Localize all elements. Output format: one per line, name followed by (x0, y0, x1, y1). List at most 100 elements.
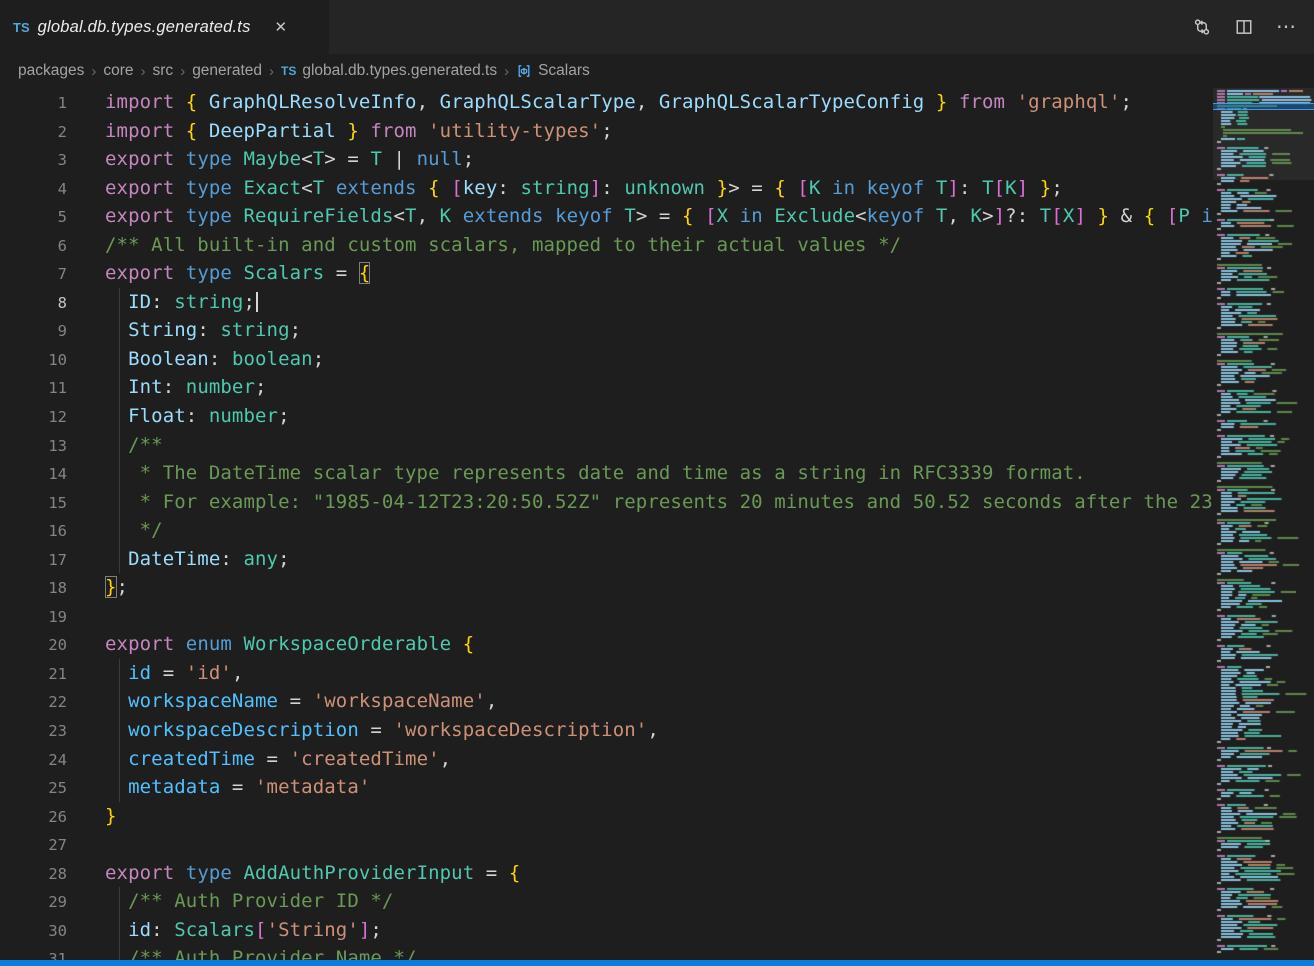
code-line[interactable]: 9 String: string; (0, 316, 1213, 345)
code-line[interactable]: 7export type Scalars = { (0, 259, 1213, 288)
line-number[interactable]: 18 (0, 574, 67, 603)
code-line[interactable]: 10 Boolean: boolean; (0, 345, 1213, 374)
code-line[interactable]: 21 id = 'id', (0, 659, 1213, 688)
code-line[interactable]: 6/** All built-in and custom scalars, ma… (0, 231, 1213, 260)
line-number[interactable]: 10 (0, 346, 67, 375)
symbol-type-icon (516, 63, 532, 79)
code-editor[interactable]: 1 import { GraphQLResolveInfo, GraphQLSca… (0, 88, 1314, 960)
line-number[interactable]: 13 (0, 432, 67, 461)
line-number[interactable]: 31 (0, 945, 67, 960)
code-text: export type RequireFields<T, K extends k… (105, 202, 1213, 231)
code-line[interactable]: 8 ID: string; (0, 288, 1213, 317)
line-number[interactable]: 28 (0, 860, 67, 889)
code-line[interactable]: 23 workspaceDescription = 'workspaceDesc… (0, 716, 1213, 745)
code-text: /** (105, 431, 163, 460)
code-line[interactable]: 28export type AddAuthProviderInput = { (0, 859, 1213, 888)
close-tab-icon[interactable]: ✕ (271, 16, 292, 38)
tab-bar: TS global.db.types.generated.ts ✕ (0, 0, 1314, 54)
line-number[interactable]: 26 (0, 803, 67, 832)
code-line[interactable]: 12 Float: number; (0, 402, 1213, 431)
code-line[interactable]: 3export type Maybe<T> = T | null; (0, 145, 1213, 174)
code-text: }; (105, 573, 128, 602)
line-number[interactable]: 22 (0, 688, 67, 717)
line-number[interactable]: 11 (0, 374, 67, 403)
line-number[interactable]: 7 (0, 260, 67, 289)
code-text: metadata = 'metadata' (105, 773, 370, 802)
line-number[interactable]: 23 (0, 717, 67, 746)
code-text: * For example: "1985-04-12T23:20:50.52Z"… (105, 488, 1213, 517)
breadcrumb-item-packages[interactable]: packages (18, 62, 84, 80)
line-number[interactable]: 30 (0, 917, 67, 946)
breadcrumb-item-src[interactable]: src (153, 62, 174, 80)
line-number[interactable]: 15 (0, 489, 67, 518)
code-text: import { GraphQLResolveInfo, GraphQLScal… (105, 88, 1132, 117)
line-number[interactable]: 20 (0, 631, 67, 660)
line-number[interactable]: 4 (0, 175, 67, 204)
code-line[interactable]: 14 * The DateTime scalar type represents… (0, 459, 1213, 488)
line-number[interactable]: 9 (0, 317, 67, 346)
code-line[interactable]: 13 /** (0, 431, 1213, 460)
code-line[interactable]: 17 DateTime: any; (0, 545, 1213, 574)
tab-title: global.db.types.generated.ts (38, 18, 251, 37)
code-text: export type Exact<T extends { [key: stri… (105, 174, 1063, 203)
breadcrumb-item-core[interactable]: core (103, 62, 133, 80)
breadcrumb-item-generated[interactable]: generated (192, 62, 262, 80)
breadcrumb-symbol-label: Scalars (538, 62, 590, 80)
code-text: createdTime = 'createdTime', (105, 745, 451, 774)
line-number[interactable]: 29 (0, 888, 67, 917)
line-number[interactable]: 12 (0, 403, 67, 432)
code-line[interactable]: 15 * For example: "1985-04-12T23:20:50.5… (0, 488, 1213, 517)
code-text: DateTime: any; (105, 545, 290, 574)
line-number[interactable]: 27 (0, 831, 67, 860)
breadcrumb-item-symbol[interactable]: Scalars (516, 62, 590, 80)
code-text: export enum WorkspaceOrderable { (105, 630, 474, 659)
code-line[interactable]: 4 export type Exact<T extends { [key: str… (0, 174, 1213, 203)
code-line[interactable]: 5 export type RequireFields<T, K extends … (0, 202, 1213, 231)
code-line[interactable]: 2import { DeepPartial } from 'utility-ty… (0, 117, 1213, 146)
code-text: id: Scalars['String']; (105, 916, 382, 945)
code-line[interactable]: 11 Int: number; (0, 373, 1213, 402)
line-number[interactable]: 3 (0, 146, 67, 175)
split-editor-icon[interactable] (1230, 13, 1258, 41)
open-changes-icon[interactable] (1188, 13, 1216, 41)
line-number[interactable]: 17 (0, 546, 67, 575)
code-line[interactable]: 24 createdTime = 'createdTime', (0, 745, 1213, 774)
code-text: /** Auth Provider Name */ (105, 944, 417, 960)
more-actions-icon[interactable]: ⋯ (1272, 13, 1300, 41)
typescript-file-icon: TS (13, 20, 30, 35)
line-number[interactable]: 5 (0, 203, 67, 232)
minimap[interactable] (1213, 88, 1314, 960)
code-line[interactable]: 1 import { GraphQLResolveInfo, GraphQLSca… (0, 88, 1213, 117)
editor-actions: ⋯ (1188, 0, 1314, 54)
breadcrumb-separator: › (141, 63, 146, 80)
line-number[interactable]: 19 (0, 603, 67, 632)
line-number[interactable]: 24 (0, 746, 67, 775)
line-number[interactable]: 8 (0, 289, 67, 318)
status-accent-bar (0, 960, 1314, 966)
code-line[interactable]: 16 */ (0, 516, 1213, 545)
line-number[interactable]: 1 (0, 89, 67, 118)
breadcrumb-separator: › (269, 63, 274, 80)
code-line[interactable]: 31 /** Auth Provider Name */ (0, 944, 1213, 960)
code-text: Int: number; (105, 373, 267, 402)
breadcrumb-item-file[interactable]: global.db.types.generated.ts (302, 62, 497, 80)
code-line[interactable]: 29 /** Auth Provider ID */ (0, 887, 1213, 916)
code-text: ID: string; (105, 288, 258, 317)
line-number[interactable]: 2 (0, 118, 67, 147)
code-line[interactable]: 22 workspaceName = 'workspaceName', (0, 687, 1213, 716)
code-line[interactable]: 18}; (0, 573, 1213, 602)
line-number[interactable]: 14 (0, 460, 67, 489)
code-line[interactable]: 19 (0, 602, 1213, 631)
code-line[interactable]: 30 id: Scalars['String']; (0, 916, 1213, 945)
code-text: String: string; (105, 316, 301, 345)
line-number[interactable]: 16 (0, 517, 67, 546)
code-line[interactable]: 26} (0, 802, 1213, 831)
breadcrumb-separator: › (504, 63, 509, 80)
code-line[interactable]: 20 export enum WorkspaceOrderable { (0, 630, 1213, 659)
code-line[interactable]: 25 metadata = 'metadata' (0, 773, 1213, 802)
line-number[interactable]: 25 (0, 774, 67, 803)
tab-global-db-types-generated[interactable]: TS global.db.types.generated.ts ✕ (0, 0, 329, 54)
line-number[interactable]: 6 (0, 232, 67, 261)
line-number[interactable]: 21 (0, 660, 67, 689)
code-line[interactable]: 27 (0, 830, 1213, 859)
